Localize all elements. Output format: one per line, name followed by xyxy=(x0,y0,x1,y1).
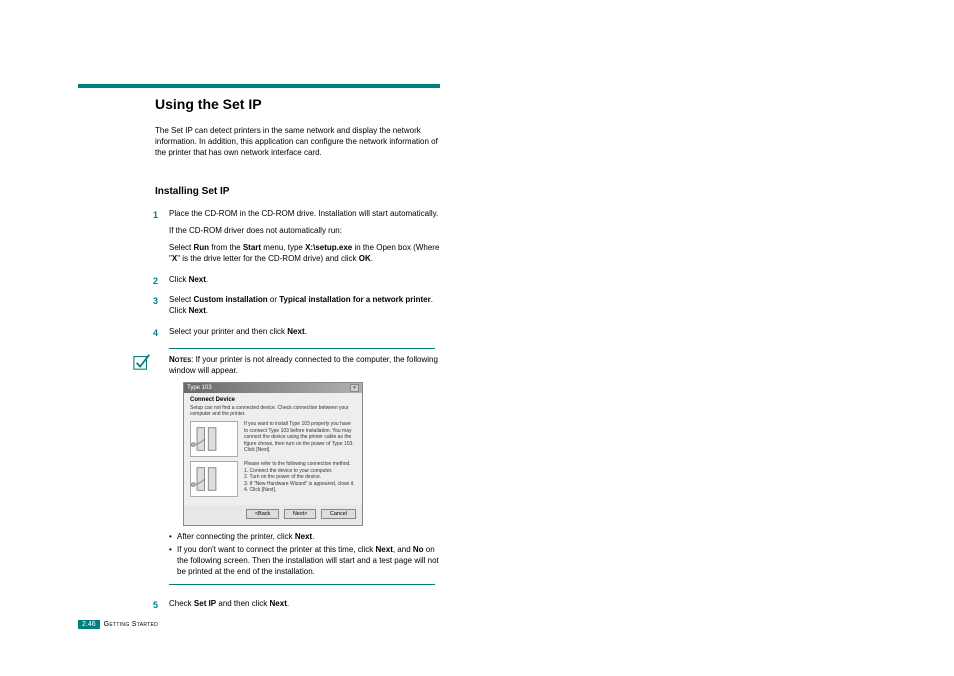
note-rule-bottom xyxy=(169,584,435,585)
t: , and xyxy=(393,545,413,554)
close-icon[interactable]: × xyxy=(350,384,359,392)
t: After connecting the printer, click xyxy=(177,532,295,541)
t: or xyxy=(268,295,280,304)
t: menu, type xyxy=(261,243,305,252)
note-rule-top xyxy=(169,348,435,349)
t: . xyxy=(305,327,307,336)
setip-bold: Set IP xyxy=(194,599,216,608)
step-4: Select your printer and then click Next. xyxy=(155,327,445,338)
step-3: Select Custom installation or Typical in… xyxy=(155,295,445,317)
note-check-icon xyxy=(133,353,151,371)
dialog-titlebar: Type 103 × xyxy=(184,383,362,393)
custom-bold: Custom installation xyxy=(193,295,267,304)
next-button[interactable]: Next> xyxy=(284,509,317,519)
dialog-body: Connect Device Setup can not find a conn… xyxy=(184,393,362,505)
t: Select your printer and then click xyxy=(169,327,287,336)
step-5: Check Set IP and then click Next. xyxy=(155,599,445,610)
connection-diagram-2 xyxy=(190,461,238,497)
page-content: Using the Set IP The Set IP can detect p… xyxy=(155,96,445,619)
t: " is the drive letter for the CD-ROM dri… xyxy=(177,254,359,263)
dialog-sub: Setup can not find a connected device. C… xyxy=(190,405,356,417)
notes-text: : If your printer is not already connect… xyxy=(169,355,438,375)
back-button[interactable]: <Back xyxy=(246,509,279,519)
subheading: Installing Set IP xyxy=(155,186,445,197)
notes-label: Notes xyxy=(169,355,191,364)
bullet-1: After connecting the printer, click Next… xyxy=(169,532,445,543)
next-bold: Next xyxy=(287,327,304,336)
start-bold: Start xyxy=(243,243,261,252)
t: . xyxy=(206,275,208,284)
t: Check xyxy=(169,599,194,608)
path-bold: X:\setup.exe xyxy=(305,243,352,252)
step-1: Place the CD-ROM in the CD-ROM drive. In… xyxy=(155,209,445,264)
next-bold: Next xyxy=(270,599,287,608)
t: and then click xyxy=(216,599,269,608)
connection-diagram-1 xyxy=(190,421,238,457)
t: . xyxy=(371,254,373,263)
ok-bold: OK xyxy=(359,254,371,263)
page-number: 2.46 xyxy=(78,620,100,629)
section-top-rule xyxy=(78,84,440,88)
dialog-text-1: If you want to install Type 103 properly… xyxy=(244,421,356,457)
note-bullets: After connecting the printer, click Next… xyxy=(155,532,445,577)
dialog-row-1: If you want to install Type 103 properly… xyxy=(190,421,356,457)
next-bold: Next xyxy=(189,275,206,284)
t: Select xyxy=(169,243,193,252)
t: from the xyxy=(209,243,243,252)
dialog-text-2: Please refer to the following connection… xyxy=(244,461,355,497)
step-1-text: Place the CD-ROM in the CD-ROM drive. In… xyxy=(169,209,438,218)
run-bold: Run xyxy=(193,243,209,252)
note-block: Notes: If your printer is not already co… xyxy=(155,355,445,377)
install-steps: Place the CD-ROM in the CD-ROM drive. In… xyxy=(155,209,445,337)
cancel-button[interactable]: Cancel xyxy=(321,509,356,519)
t: 4. Click [Next]. xyxy=(244,487,355,494)
next-bold: Next xyxy=(376,545,393,554)
intro-paragraph: The Set IP can detect printers in the sa… xyxy=(155,126,445,158)
t: . xyxy=(206,306,208,315)
dialog-header: Connect Device xyxy=(190,397,356,403)
t: Click xyxy=(169,275,189,284)
t: . xyxy=(312,532,314,541)
install-steps-cont: Check Set IP and then click Next. xyxy=(155,599,445,610)
step-2: Click Next. xyxy=(155,275,445,286)
t: . xyxy=(287,599,289,608)
connect-device-dialog: Type 103 × Connect Device Setup can not … xyxy=(183,382,363,526)
step-1-note: If the CD-ROM driver does not automatica… xyxy=(169,226,445,237)
no-bold: No xyxy=(413,545,424,554)
t: If you don't want to connect the printer… xyxy=(177,545,376,554)
dialog-title: Type 103 xyxy=(187,385,212,391)
next-bold: Next xyxy=(189,306,206,315)
next-bold: Next xyxy=(295,532,312,541)
page-footer: 2.46 Getting Started xyxy=(78,620,158,629)
dialog-buttons: <Back Next> Cancel xyxy=(184,505,362,525)
footer-section-label: Getting Started xyxy=(104,621,158,628)
bullet-2: If you don't want to connect the printer… xyxy=(169,545,445,577)
typical-bold: Typical installation for a network print… xyxy=(279,295,430,304)
t: Select xyxy=(169,295,193,304)
dialog-row-2: Please refer to the following connection… xyxy=(190,461,356,497)
t: Please refer to the following connection… xyxy=(244,461,355,468)
step-1-detail: Select Run from the Start menu, type X:\… xyxy=(169,243,445,265)
page-heading: Using the Set IP xyxy=(155,96,445,112)
